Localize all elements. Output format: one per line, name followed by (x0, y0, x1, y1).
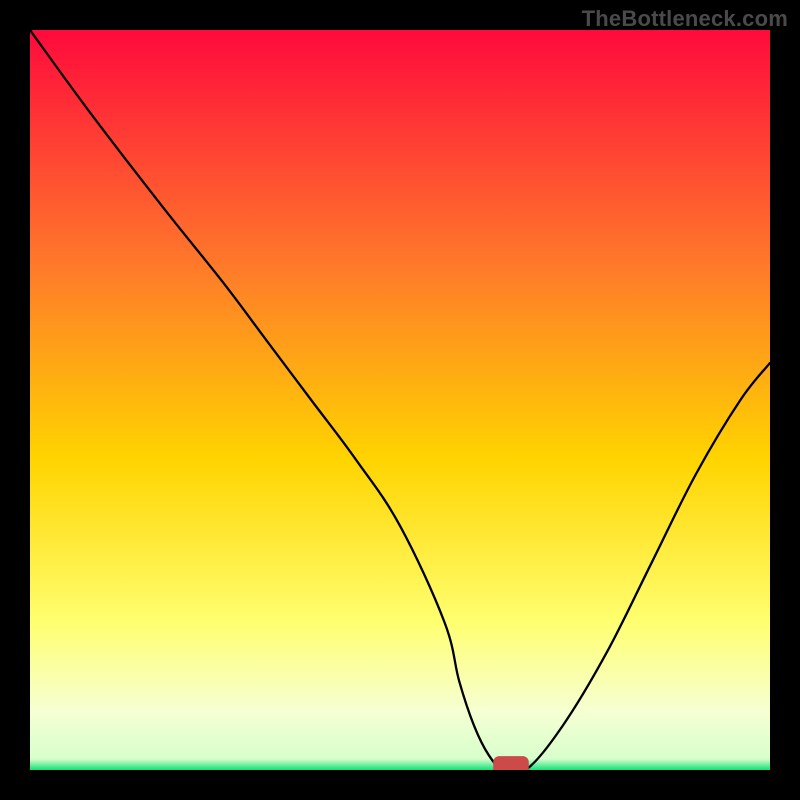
plot-area (30, 30, 770, 770)
watermark: TheBottleneck.com (582, 6, 788, 32)
chart-svg (30, 30, 770, 770)
chart-frame: TheBottleneck.com (0, 0, 800, 800)
gradient-background (30, 30, 770, 770)
optimal-marker (493, 756, 529, 770)
